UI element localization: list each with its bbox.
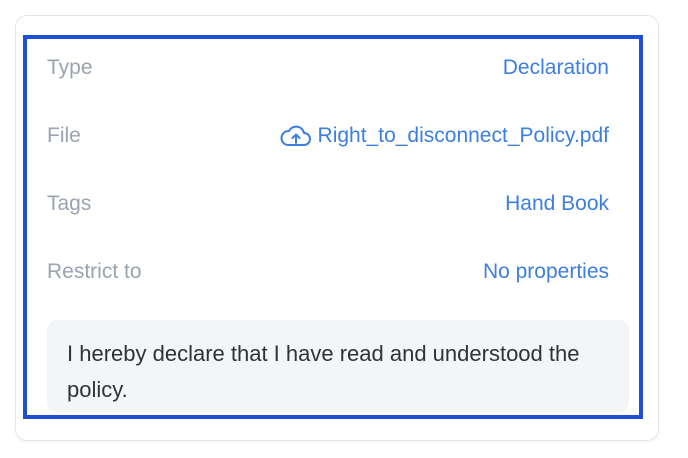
file-name: Right_to_disconnect_Policy.pdf xyxy=(317,124,609,147)
file-link[interactable]: Right_to_disconnect_Policy.pdf xyxy=(280,124,609,148)
file-row: File Right_to_disconnect_Policy.pdf xyxy=(47,118,609,154)
file-label: File xyxy=(47,124,81,147)
tags-value[interactable]: Hand Book xyxy=(505,192,609,216)
restrict-row: Restrict to No properties xyxy=(47,254,609,290)
type-value: Declaration xyxy=(502,56,609,79)
type-label: Type xyxy=(47,56,93,79)
tags-label: Tags xyxy=(47,192,92,215)
restrict-value[interactable]: No properties xyxy=(483,260,609,284)
declaration-text: I hereby declare that I have read and un… xyxy=(47,320,629,412)
tags-row: Tags Hand Book xyxy=(47,186,609,222)
cloud-upload-icon xyxy=(280,125,312,147)
type-row: Type Declaration xyxy=(47,50,609,86)
restrict-label: Restrict to xyxy=(47,260,142,283)
